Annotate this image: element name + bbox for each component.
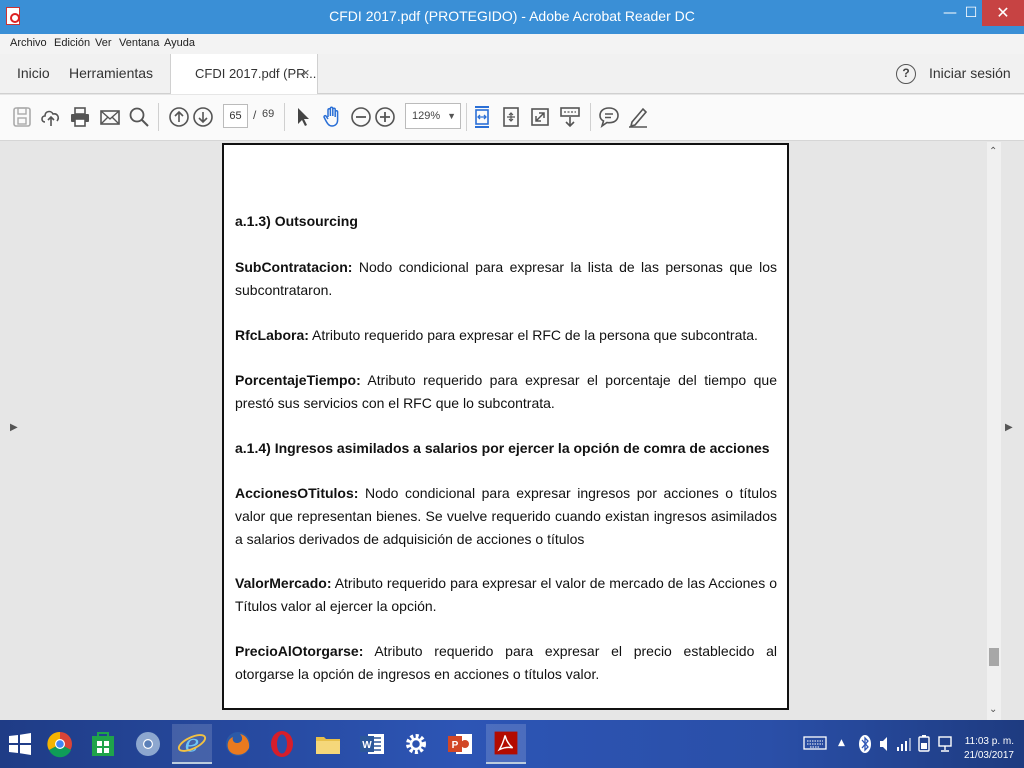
paragraph-accionesotitulos: AccionesOTitulos: Nodo condicional para … (235, 482, 777, 551)
powerpoint-icon[interactable]: P (440, 724, 480, 764)
scroll-up-icon[interactable]: ⌃ (989, 146, 997, 157)
section-heading-outsourcing: a.1.3) Outsourcing (235, 213, 358, 229)
chevron-down-icon: ▼ (447, 111, 456, 121)
definition: Atributo requerido para expresar el RFC … (308, 327, 758, 343)
tab-close-icon[interactable]: × (302, 65, 310, 80)
upload-icon[interactable] (39, 105, 63, 129)
bluetooth-icon[interactable] (858, 734, 872, 754)
page-number-input[interactable]: 65 (223, 104, 248, 128)
settings-icon[interactable] (396, 724, 436, 764)
rotate-icon[interactable] (499, 105, 523, 129)
document-tab-label: CFDI 2017.pdf (PR... (195, 66, 317, 81)
store-icon[interactable] (83, 724, 123, 764)
section-heading-ingresos: a.1.4) Ingresos asimilados a salarios po… (235, 440, 770, 456)
acrobat-icon[interactable] (486, 724, 526, 764)
paragraph-porcentajetiempo: PorcentajeTiempo: Atributo requerido par… (235, 369, 777, 415)
signal-icon[interactable] (896, 734, 912, 754)
term: AccionesOTitulos: (235, 485, 359, 501)
zoom-out-icon[interactable] (349, 105, 373, 129)
zoom-in-icon[interactable] (373, 105, 397, 129)
zoom-select[interactable]: 129% ▼ (405, 103, 461, 129)
term: SubContratacion: (235, 259, 353, 275)
chevron-up-icon[interactable]: ▲ (838, 738, 845, 748)
tab-inicio[interactable]: Inicio (17, 65, 50, 81)
menu-edicion[interactable]: Edición (54, 37, 90, 49)
hand-tool-icon[interactable] (320, 105, 344, 129)
menu-ayuda[interactable]: Ayuda (164, 37, 195, 49)
page-up-icon[interactable] (167, 105, 191, 129)
save-icon[interactable] (10, 105, 34, 129)
taskbar: e W P ▲ (0, 720, 1024, 768)
tab-herramientas[interactable]: Herramientas (69, 65, 153, 81)
title-bar: CFDI 2017.pdf (PROTEGIDO) - Adobe Acroba… (0, 0, 1024, 34)
internet-explorer-icon[interactable]: e (172, 724, 212, 764)
toolbar (0, 95, 1024, 141)
document-viewer[interactable]: ▶ ▶ ⌃ ⌄ a.1.3) Outsourcing SubContrataci… (0, 142, 1024, 720)
signin-link[interactable]: Iniciar sesión (929, 65, 1011, 81)
chrome-icon[interactable] (40, 724, 80, 764)
scroll-down-icon[interactable]: ⌄ (989, 704, 997, 715)
term: PorcentajeTiempo: (235, 372, 361, 388)
firefox-icon[interactable] (218, 724, 258, 764)
page-total: 69 (262, 108, 275, 120)
battery-icon[interactable] (916, 733, 932, 753)
windows-start-icon[interactable] (0, 724, 40, 764)
tab-document[interactable]: CFDI 2017.pdf (PR... × (170, 54, 318, 94)
tab-bar: Inicio Herramientas CFDI 2017.pdf (PR...… (0, 54, 1024, 94)
svg-text:e: e (185, 729, 200, 758)
menu-bar: Archivo Edición Ver Ventana Ayuda (0, 34, 1024, 54)
toolbar-separator (158, 103, 159, 131)
toolbar-separator (466, 103, 467, 131)
menu-archivo[interactable]: Archivo (10, 37, 47, 49)
fit-width-icon[interactable] (470, 105, 494, 129)
right-panel-toggle-icon[interactable]: ▶ (1005, 422, 1013, 433)
volume-icon[interactable] (878, 734, 892, 754)
vertical-scrollbar[interactable]: ⌃ ⌄ (987, 142, 1001, 720)
term: PrecioAlOtorgarse: (235, 643, 364, 659)
opera-icon[interactable] (262, 724, 302, 764)
clock-date: 21/03/2017 (963, 750, 1014, 761)
paragraph-rfclabora: RfcLabora: Atributo requerido para expre… (235, 324, 777, 347)
menu-ver[interactable]: Ver (95, 37, 112, 49)
chrome-alt-icon[interactable] (128, 724, 168, 764)
toolbar-separator (284, 103, 285, 131)
email-icon[interactable] (98, 105, 122, 129)
scroll-thumb[interactable] (989, 648, 999, 666)
term: RfcLabora: (235, 327, 309, 343)
paragraph-precioalotorgarse: PrecioAlOtorgarse: Atributo requerido pa… (235, 640, 777, 686)
sign-icon[interactable] (626, 105, 650, 129)
left-panel-toggle-icon[interactable]: ▶ (10, 422, 18, 433)
paragraph-valormercado: ValorMercado: Atributo requerido para ex… (235, 572, 777, 618)
read-mode-icon[interactable] (558, 105, 582, 129)
toolbar-separator (590, 103, 591, 131)
page-separator: / (253, 108, 257, 122)
network-icon[interactable] (937, 734, 953, 754)
clock-time: 11:03 p. m. (964, 736, 1014, 747)
term: ValorMercado: (235, 575, 332, 591)
fullscreen-icon[interactable] (528, 105, 552, 129)
pdf-page: a.1.3) Outsourcing SubContratacion: Nodo… (222, 143, 789, 710)
keyboard-icon[interactable] (803, 734, 827, 752)
file-explorer-icon[interactable] (308, 724, 348, 764)
print-icon[interactable] (68, 105, 92, 129)
svg-text:P: P (452, 740, 459, 751)
comment-icon[interactable] (597, 105, 621, 129)
close-button[interactable]: ✕ (982, 0, 1024, 26)
system-clock[interactable]: 11:03 p. m. 21/03/2017 (960, 735, 1014, 763)
select-cursor-icon[interactable] (291, 105, 315, 129)
page-down-icon[interactable] (191, 105, 215, 129)
paragraph-subcontratacion: SubContratacion: Nodo condicional para e… (235, 256, 777, 302)
svg-text:W: W (362, 740, 372, 751)
window-title: CFDI 2017.pdf (PROTEGIDO) - Adobe Acroba… (329, 8, 695, 24)
zoom-value: 129% (412, 110, 441, 122)
word-icon[interactable]: W (352, 724, 392, 764)
menu-ventana[interactable]: Ventana (119, 37, 159, 49)
help-icon[interactable]: ? (896, 64, 916, 84)
search-icon[interactable] (127, 105, 151, 129)
